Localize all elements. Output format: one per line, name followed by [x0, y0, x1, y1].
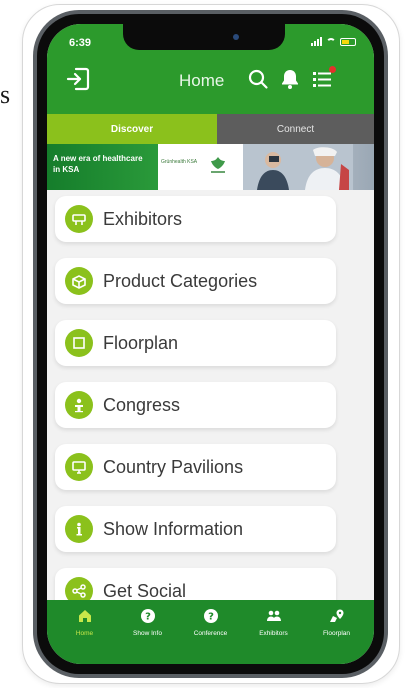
banner-text: A new era of healthcare in KSA	[53, 154, 143, 174]
app-header: 6:39 Home	[47, 24, 374, 114]
square-icon	[65, 329, 93, 357]
search-icon[interactable]	[247, 68, 269, 90]
nav-conference[interactable]: ? Conference	[183, 606, 239, 642]
notch	[123, 24, 285, 50]
nav-label: Floorplan	[322, 630, 351, 637]
menu-item-label: Product Categories	[103, 270, 258, 291]
menu-item-product-categories[interactable]: Product Categories	[55, 258, 336, 304]
ministry-logo	[211, 157, 225, 173]
phone-device: 6:39 Home Discover Connect A new era of …	[33, 10, 388, 678]
menu-item-show-information[interactable]: Show Information	[55, 506, 336, 552]
nav-label: Home	[75, 630, 94, 637]
menu-item-floorplan[interactable]: Floorplan	[55, 320, 336, 366]
bell-icon[interactable]	[279, 68, 301, 90]
monitor-icon	[65, 453, 93, 481]
menu-item-label: Exhibitors	[103, 208, 183, 229]
stray-text: s	[0, 80, 11, 109]
menu-item-label: Show Information	[103, 518, 244, 539]
menu-item-label: Congress	[103, 394, 181, 415]
sponsor-logo: Grünhealth KSA	[161, 159, 198, 165]
box-icon	[65, 267, 93, 295]
promo-banner[interactable]: A new era of healthcare in KSA Grünhealt…	[47, 144, 374, 190]
menu-list-icon[interactable]	[311, 66, 336, 90]
header-title: Home	[179, 71, 225, 90]
banner-photo	[243, 144, 353, 190]
tab-connect[interactable]: Connect	[217, 114, 374, 144]
help-circle-icon: ?	[140, 609, 155, 623]
conference-icon: ?	[203, 609, 218, 623]
status-icons	[311, 37, 356, 46]
battery-icon	[340, 37, 356, 46]
tab-bar: Discover Connect	[47, 114, 374, 144]
exit-icon[interactable]	[65, 66, 91, 92]
svg-text:?: ?	[208, 612, 214, 623]
nav-home[interactable]: Home	[57, 606, 113, 642]
menu-item-label: Country Pavilions	[103, 456, 244, 477]
phone-bezel: 6:39 Home Discover Connect A new era of …	[37, 14, 384, 674]
people-icon	[266, 610, 281, 621]
nav-floorplan[interactable]: Floorplan	[309, 606, 365, 642]
wifi-icon	[326, 37, 336, 46]
tab-discover[interactable]: Discover	[47, 114, 218, 144]
status-time: 6:39	[69, 37, 92, 49]
info-icon	[65, 515, 93, 543]
notification-dot	[329, 66, 336, 73]
podium-icon	[65, 391, 93, 419]
nav-exhibitors[interactable]: Exhibitors	[246, 606, 302, 642]
svg-text:?: ?	[145, 612, 151, 623]
nav-show-info[interactable]: ? Show Info	[120, 606, 176, 642]
exhibitor-booth-icon	[65, 205, 93, 233]
nav-label: Conference	[193, 630, 228, 637]
nav-label: Exhibitors	[259, 630, 288, 637]
menu-item-country-pavilions[interactable]: Country Pavilions	[55, 444, 336, 490]
signal-icon	[311, 37, 322, 46]
menu-item-congress[interactable]: Congress	[55, 382, 336, 428]
app-screen: 6:39 Home Discover Connect A new era of …	[47, 24, 374, 664]
menu-item-label: Get Social	[103, 580, 187, 601]
camera-dot	[233, 34, 239, 40]
menu-item-exhibitors[interactable]: Exhibitors	[55, 196, 336, 242]
nav-label: Show Info	[133, 630, 162, 637]
menu-item-label: Floorplan	[103, 332, 179, 353]
bottom-nav: Home ? Show Info ? Conference Exhibitors…	[47, 600, 374, 664]
map-pin-icon	[329, 609, 343, 622]
home-icon	[78, 610, 91, 622]
